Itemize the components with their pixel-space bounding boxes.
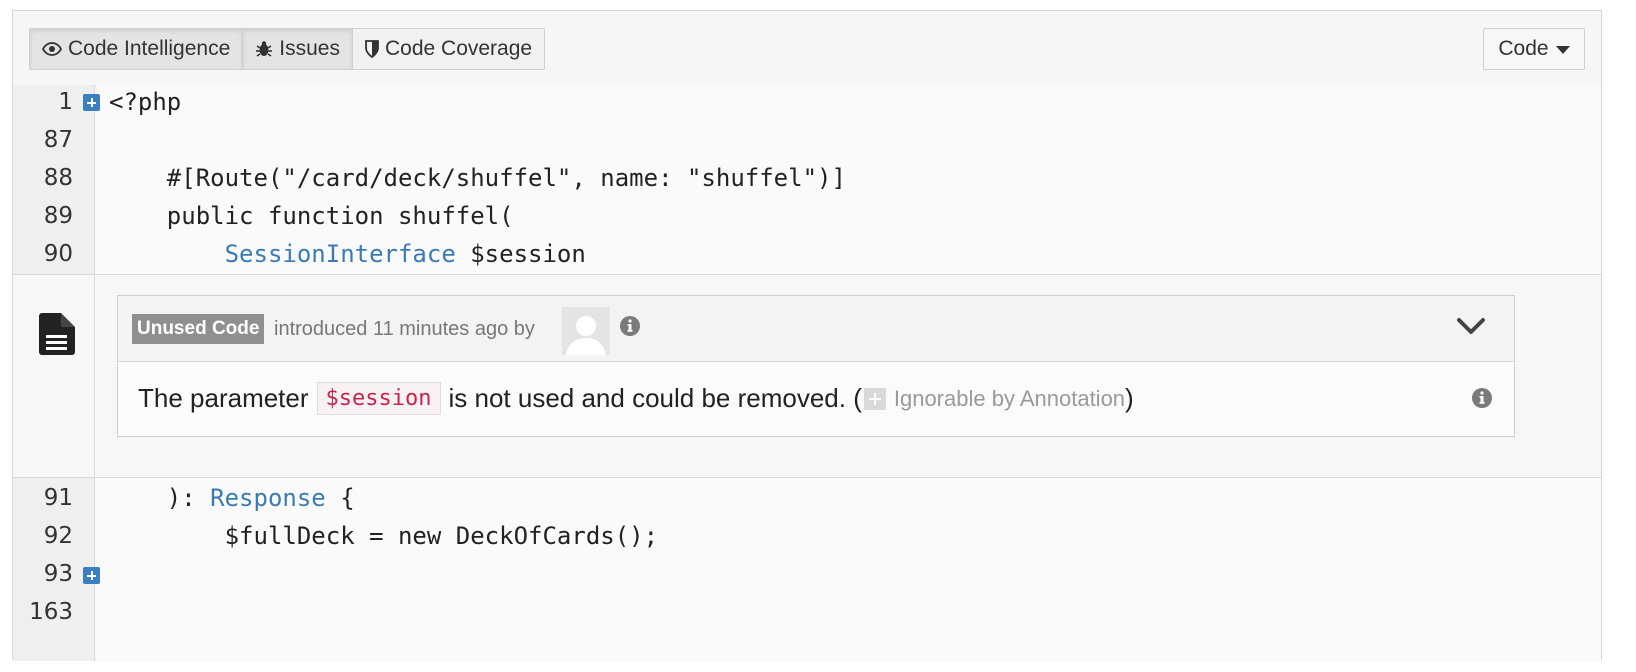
- code-line: 163: [13, 593, 1601, 631]
- issue-card: Unused Code introduced 11 minutes ago by…: [117, 295, 1515, 437]
- tab-issues[interactable]: Issues: [243, 29, 353, 69]
- type-name[interactable]: SessionInterface: [225, 240, 456, 268]
- info-icon[interactable]: [1472, 388, 1492, 413]
- line-number: 89: [43, 203, 73, 229]
- code-line: 87: [13, 121, 1601, 159]
- issue-header[interactable]: Unused Code introduced 11 minutes ago by: [118, 296, 1514, 362]
- view-mode-button-group: Code Intelligence Issues Code Coverage: [29, 28, 546, 70]
- caret-down-icon: [1555, 46, 1570, 54]
- code-line: 92 $fullDeck = new DeckOfCards();: [13, 517, 1601, 555]
- ignorable-by-annotation-link[interactable]: Ignorable by Annotation: [894, 386, 1125, 412]
- code-text: #[Route("/card/deck/shuffel", name: "shu…: [109, 164, 846, 192]
- code-dropdown-button[interactable]: Code: [1483, 28, 1585, 70]
- expand-lines-icon[interactable]: [83, 567, 100, 584]
- issue-type-badge: Unused Code: [132, 314, 265, 344]
- file-text-icon: [39, 313, 75, 360]
- code-prefix: ):: [109, 484, 211, 512]
- code-line: 91 ): Response {: [13, 479, 1601, 517]
- toolbar: Code Intelligence Issues Code Coverage C…: [13, 11, 1601, 86]
- code-text: SessionInterface $session: [109, 235, 586, 273]
- avatar[interactable]: [562, 307, 610, 355]
- line-number: 88: [43, 165, 73, 191]
- chevron-down-icon[interactable]: [1456, 316, 1486, 341]
- line-number: 92: [43, 523, 73, 549]
- code-line: 89 public function shuffel(: [13, 197, 1601, 235]
- expand-lines-icon[interactable]: [83, 94, 100, 111]
- line-number: 1: [58, 89, 73, 115]
- type-name[interactable]: Response: [210, 484, 326, 512]
- code-text: $fullDeck = new DeckOfCards();: [109, 522, 659, 550]
- code-text: <?php: [109, 88, 182, 116]
- code-line: 88 #[Route("/card/deck/shuffel", name: "…: [13, 159, 1601, 197]
- line-number: 93: [43, 561, 73, 587]
- issue-gutter: [13, 275, 95, 477]
- eye-icon: [42, 42, 62, 56]
- code-line: 1 <?php: [13, 83, 1601, 121]
- plus-square-icon[interactable]: [863, 387, 886, 410]
- tab-label: Code Coverage: [384, 37, 533, 60]
- inline-issue-row: Unused Code introduced 11 minutes ago by…: [13, 274, 1601, 478]
- tab-code-coverage[interactable]: Code Coverage: [353, 29, 544, 69]
- code-line: 93: [13, 555, 1601, 593]
- line-number: 91: [43, 485, 73, 511]
- code-dropdown-label: Code: [1498, 37, 1549, 60]
- message-before: The parameter: [138, 383, 309, 413]
- line-number: 90: [43, 241, 73, 267]
- code-rest: {: [325, 484, 355, 512]
- issue-meta: introduced 11 minutes ago by: [274, 318, 535, 340]
- variable-code: $session: [316, 382, 441, 415]
- code-text: public function shuffel(: [109, 202, 514, 230]
- message-after: is not used and could be removed. (: [448, 383, 862, 413]
- closing-paren: ): [1125, 383, 1134, 413]
- shield-icon: [365, 40, 379, 58]
- tab-label: Code Intelligence: [68, 37, 231, 60]
- issue-message: The parameter $session is not used and c…: [138, 382, 1134, 415]
- code-text: ): Response {: [109, 479, 355, 517]
- line-number: 163: [29, 599, 73, 625]
- line-number: 87: [43, 127, 73, 153]
- code-rest: $session: [455, 240, 586, 268]
- info-icon[interactable]: [620, 316, 640, 341]
- code-viewer-panel: Code Intelligence Issues Code Coverage C…: [12, 10, 1602, 661]
- code-line: 90 SessionInterface $session: [13, 235, 1601, 273]
- tab-code-intelligence[interactable]: Code Intelligence: [30, 29, 244, 69]
- bug-icon: [255, 40, 273, 58]
- tab-label: Issues: [279, 37, 340, 60]
